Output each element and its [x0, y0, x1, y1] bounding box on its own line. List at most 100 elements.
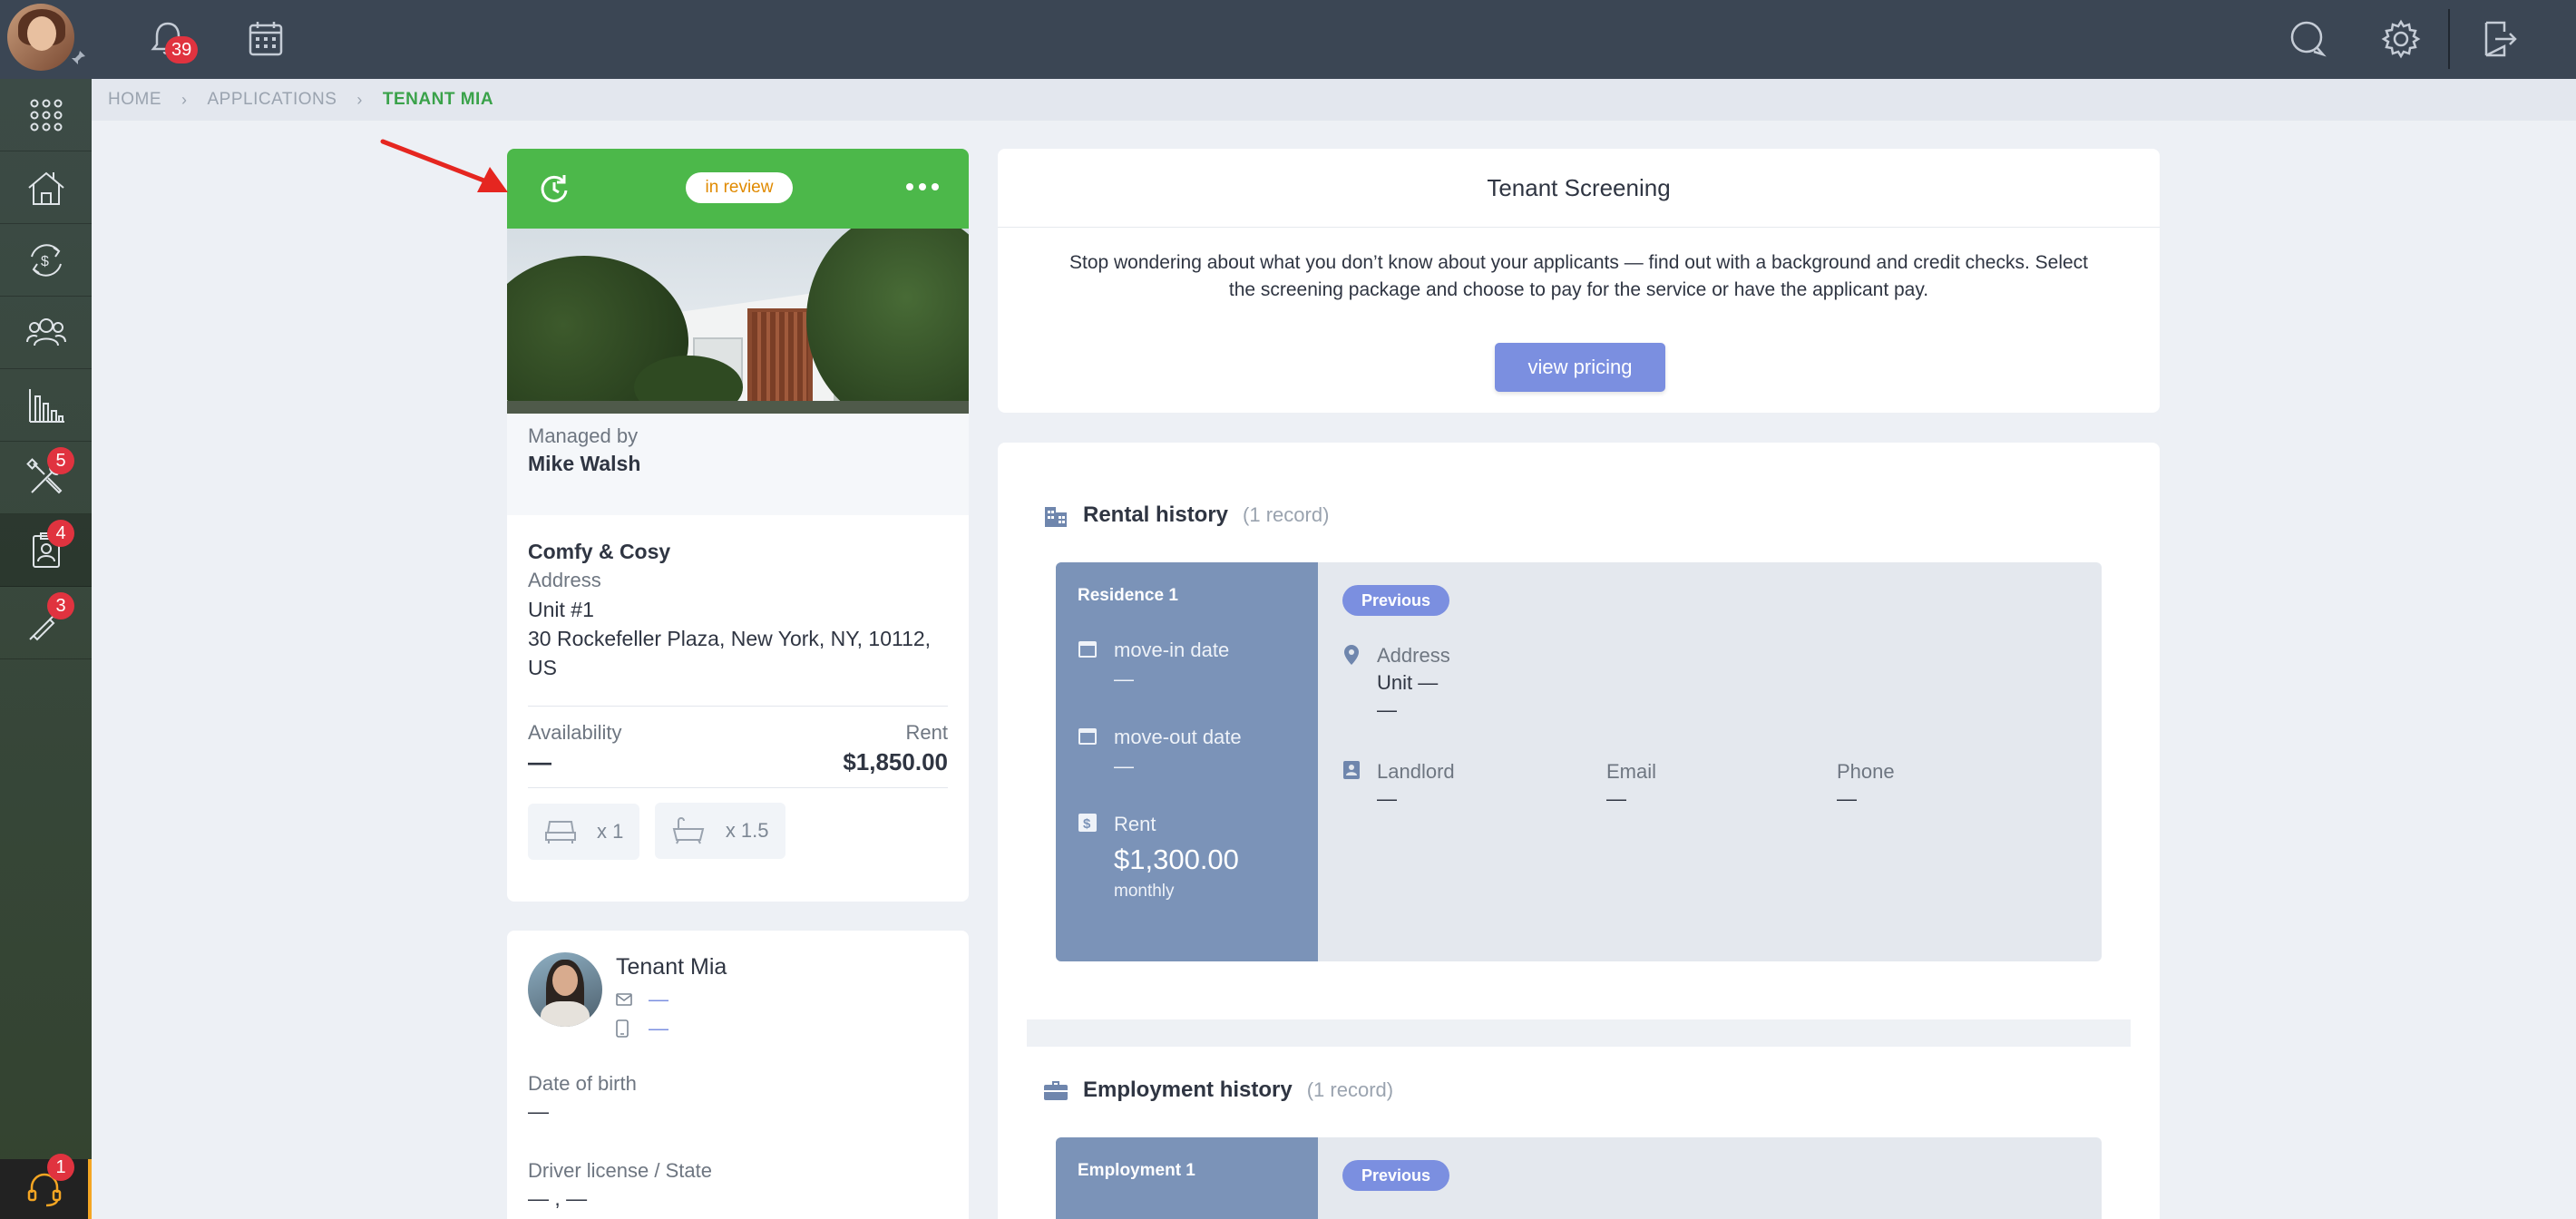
- license-field: Driver license / State — , —: [528, 1159, 712, 1211]
- sidebar-item-tools[interactable]: 3: [0, 587, 92, 659]
- breadcrumb-home[interactable]: HOME: [108, 90, 161, 110]
- status-badge: in review: [686, 172, 793, 203]
- tenant-phone[interactable]: —: [649, 1017, 668, 1040]
- rental-history-title: Rental history: [1083, 502, 1229, 527]
- settings-button[interactable]: [2375, 13, 2427, 65]
- email-field: Email —: [1606, 760, 1656, 811]
- residence-unit: Unit —: [1377, 671, 1439, 694]
- screening-text-line: Stop wondering about what you don’t know…: [1068, 252, 2089, 273]
- tenant-phone-row: —: [616, 1017, 727, 1040]
- screening-text-line: the screening package and choose to pay …: [1228, 279, 1929, 300]
- employment-card: Employment 1 Previous: [1056, 1137, 2102, 1219]
- license-value: — , —: [528, 1186, 588, 1210]
- beds-chip: x 1: [528, 804, 640, 860]
- dob-value: —: [528, 1099, 549, 1123]
- employment-history-header: Employment history (1 record): [1043, 1078, 1393, 1103]
- dob-field: Date of birth —: [528, 1072, 637, 1124]
- calendar-button[interactable]: [239, 13, 292, 65]
- property-street: 30 Rockefeller Plaza, New York, NY, 1011…: [528, 627, 932, 650]
- view-pricing-button[interactable]: view pricing: [1495, 343, 1665, 392]
- svg-text:$: $: [1083, 816, 1091, 832]
- managed-by-section: Managed by Mike Walsh: [507, 414, 969, 515]
- employment-status-badge: Previous: [1342, 1160, 1449, 1191]
- applications-badge: 4: [47, 520, 74, 547]
- screening-title: Tenant Screening: [998, 149, 2160, 228]
- landlord-field: Landlord —: [1342, 760, 1455, 811]
- chat-button[interactable]: [2281, 13, 2334, 65]
- sidebar: $ 5 4 3 1: [0, 79, 92, 1219]
- screening-description: Stop wondering about what you don’t know…: [998, 228, 2160, 304]
- section-separator: [1027, 1019, 2131, 1047]
- phone-label: Phone: [1837, 760, 1895, 783]
- sidebar-item-properties[interactable]: [0, 151, 92, 224]
- gear-icon: [2381, 19, 2421, 59]
- email-label: Email: [1606, 760, 1657, 783]
- phone-icon: [616, 1019, 629, 1038]
- rent-period: monthly: [1114, 882, 1175, 901]
- property-unit: Unit #1: [528, 598, 594, 621]
- chat-icon: [2290, 21, 2327, 57]
- breadcrumb-applications[interactable]: APPLICATIONS: [208, 90, 337, 110]
- tenant-card: Tenant Mia — — Date of birth — Driver li…: [507, 931, 969, 1219]
- sidebar-item-apps[interactable]: [0, 79, 92, 151]
- calendar-icon: [1078, 641, 1097, 658]
- email-value: —: [1606, 787, 1626, 810]
- history-card: Rental history (1 record) Residence 1 mo…: [998, 443, 2160, 1219]
- rent-label: Rent: [905, 721, 948, 744]
- bar-chart-icon: [28, 388, 64, 423]
- property-name[interactable]: Comfy & Cosy: [528, 537, 948, 566]
- rent-value: $1,850.00: [843, 748, 948, 775]
- rental-history-header: Rental history (1 record): [1043, 502, 1329, 528]
- chevron-right-icon: ›: [356, 90, 363, 109]
- logout-icon: [2484, 21, 2517, 57]
- managed-by-label: Managed by: [528, 424, 639, 447]
- residence-address: Address Unit — —: [1342, 644, 1450, 722]
- residence-status-badge: Previous: [1342, 585, 1449, 616]
- briefcase-icon: [1044, 1081, 1068, 1100]
- landlord-label: Landlord: [1377, 760, 1455, 783]
- manager-name[interactable]: Mike Walsh: [528, 452, 948, 476]
- tenant-screening-card: Tenant Screening Stop wondering about wh…: [998, 149, 2160, 413]
- residence-rent: $1,300.00: [1114, 844, 1239, 875]
- sidebar-item-maintenance[interactable]: 5: [0, 442, 92, 514]
- user-avatar[interactable]: [7, 4, 74, 71]
- refresh-button[interactable]: [538, 172, 571, 205]
- property-card: in review Managed by Mike Walsh Comfy & …: [507, 149, 969, 902]
- move-out-label: move-out date: [1114, 726, 1242, 748]
- sidebar-item-accounting[interactable]: $: [0, 224, 92, 297]
- phone-value: —: [1837, 787, 1857, 810]
- logout-button[interactable]: [2473, 13, 2525, 65]
- phone-field: Phone —: [1837, 760, 1895, 811]
- sidebar-item-people[interactable]: [0, 297, 92, 369]
- calendar-icon: [1078, 728, 1097, 745]
- residence-summary: Residence 1 move-in date — move-out date —…: [1056, 562, 1318, 961]
- move-out-value: —: [1114, 755, 1134, 777]
- dollar-icon: $: [1078, 814, 1097, 832]
- availability-rent-row: Availability — Rent $1,850.00: [507, 707, 969, 776]
- maintenance-badge: 5: [47, 447, 74, 474]
- dob-label: Date of birth: [528, 1072, 637, 1095]
- bed-icon: [545, 821, 576, 844]
- rental-history-count: (1 record): [1243, 503, 1330, 526]
- residence-title: Residence 1: [1078, 586, 1178, 605]
- support-button[interactable]: 1: [0, 1154, 92, 1219]
- sidebar-item-reports[interactable]: [0, 369, 92, 442]
- notifications-button[interactable]: 39: [141, 13, 199, 65]
- beds-count: x 1: [597, 820, 624, 843]
- tenant-email-row: —: [616, 988, 727, 1011]
- grid-icon: [30, 99, 62, 131]
- tenant-email[interactable]: —: [649, 988, 668, 1011]
- license-label: Driver license / State: [528, 1159, 712, 1182]
- breadcrumb: HOME › APPLICATIONS › TENANT MIA: [92, 79, 2576, 121]
- sidebar-item-applications[interactable]: 4: [0, 514, 92, 587]
- availability-label: Availability: [528, 721, 622, 744]
- move-in-field: move-in date —: [1078, 639, 1229, 691]
- location-pin-icon: [1344, 645, 1359, 665]
- breadcrumb-current: TENANT MIA: [382, 90, 494, 109]
- more-options-button[interactable]: [903, 169, 942, 205]
- tenant-info: Tenant Mia — —: [616, 954, 727, 1040]
- calendar-icon: [249, 22, 283, 56]
- house-icon: [27, 171, 64, 205]
- property-card-header: in review: [507, 149, 969, 229]
- chevron-right-icon: ›: [181, 90, 188, 109]
